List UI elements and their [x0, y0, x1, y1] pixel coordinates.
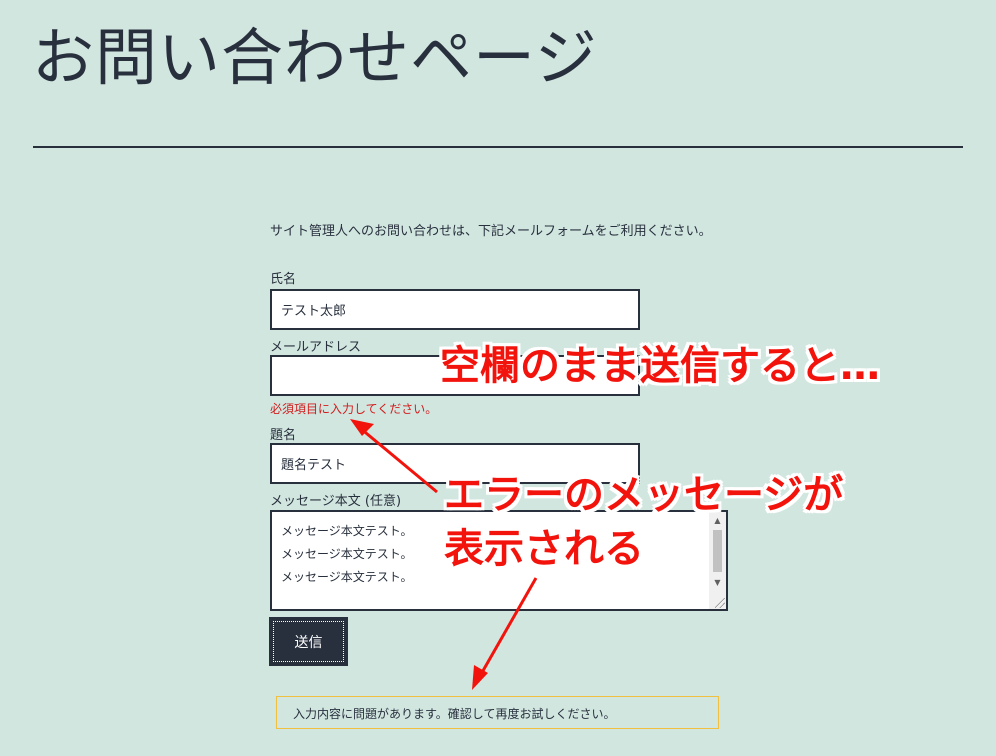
name-label: 氏名 — [270, 272, 297, 287]
form-response-message: 入力内容に問題があります。確認して再度お試しください。 — [276, 696, 719, 729]
resize-grip-icon[interactable] — [715, 598, 725, 608]
annotation-callout-error-line1: エラーのメッセージが — [443, 471, 844, 519]
submit-button[interactable]: 送信 — [269, 617, 348, 666]
scroll-down-arrow-icon[interactable]: ▼ — [709, 576, 726, 590]
subject-label: 題名 — [270, 428, 297, 443]
email-label: メールアドレス — [270, 340, 362, 355]
message-label: メッセージ本文 (任意) — [270, 494, 402, 509]
intro-text: サイト管理人へのお問い合わせは、下記メールフォームをご利用ください。 — [270, 224, 712, 239]
annotation-callout-error-line2: 表示される — [443, 525, 645, 573]
name-input[interactable] — [270, 289, 640, 330]
annotation-callout-empty-submit: 空欄のまま送信すると… — [439, 342, 881, 390]
title-divider — [33, 146, 963, 148]
email-error-message: 必須項目に入力してください。 — [270, 402, 438, 416]
annotation-callout-error-shown: エラーのメッセージが 表示される — [443, 468, 844, 576]
page-title: お問い合わせページ — [32, 21, 598, 94]
